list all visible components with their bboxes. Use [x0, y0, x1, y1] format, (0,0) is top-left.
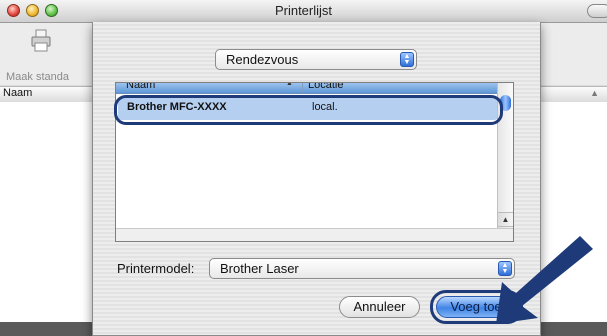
add-button-highlight: [430, 290, 523, 324]
window-title: Printerlijst: [274, 3, 333, 18]
toolbar-toggle-button[interactable]: [587, 4, 607, 18]
column-divider: [302, 83, 303, 93]
connection-type-value: Rendezvous: [226, 52, 299, 67]
scroll-up-icon[interactable]: ▲: [498, 212, 513, 227]
table-column-location[interactable]: Locatie: [308, 83, 343, 91]
title-bar: Printerlijst: [0, 0, 607, 23]
printer-model-label: Printermodel:: [117, 261, 195, 276]
connection-type-popup[interactable]: Rendezvous ▲ ▼: [215, 49, 417, 70]
make-default-label[interactable]: Maak standa: [6, 71, 69, 83]
selected-row-highlight: [114, 95, 503, 125]
popup-arrows-icon: ▲ ▼: [400, 52, 414, 67]
printer-model-value: Brother Laser: [220, 261, 299, 276]
printer-list-window: Printerlijst Maak standa Naam ▲ Rendezvo…: [0, 0, 607, 336]
table-column-name[interactable]: Naam: [126, 83, 155, 91]
toolbar: Maak standa: [0, 23, 100, 85]
add-printer-sheet: Rendezvous ▲ ▼ Naam ▲ Locatie Brother MFC…: [92, 22, 541, 336]
table-header: Naam ▲ Locatie: [116, 83, 513, 94]
sort-indicator-icon: ▲: [286, 82, 293, 87]
printer-model-popup[interactable]: Brother Laser ▲ ▼: [209, 258, 515, 279]
printer-icon[interactable]: [30, 29, 52, 53]
cancel-button[interactable]: Annuleer: [339, 296, 420, 318]
sort-ascending-icon[interactable]: ▲: [590, 88, 599, 98]
toolbar-right-area: [540, 23, 607, 85]
popup-arrows-icon: ▲ ▼: [498, 261, 512, 276]
table-footer: [116, 228, 513, 241]
column-header-name[interactable]: Naam: [3, 87, 32, 99]
